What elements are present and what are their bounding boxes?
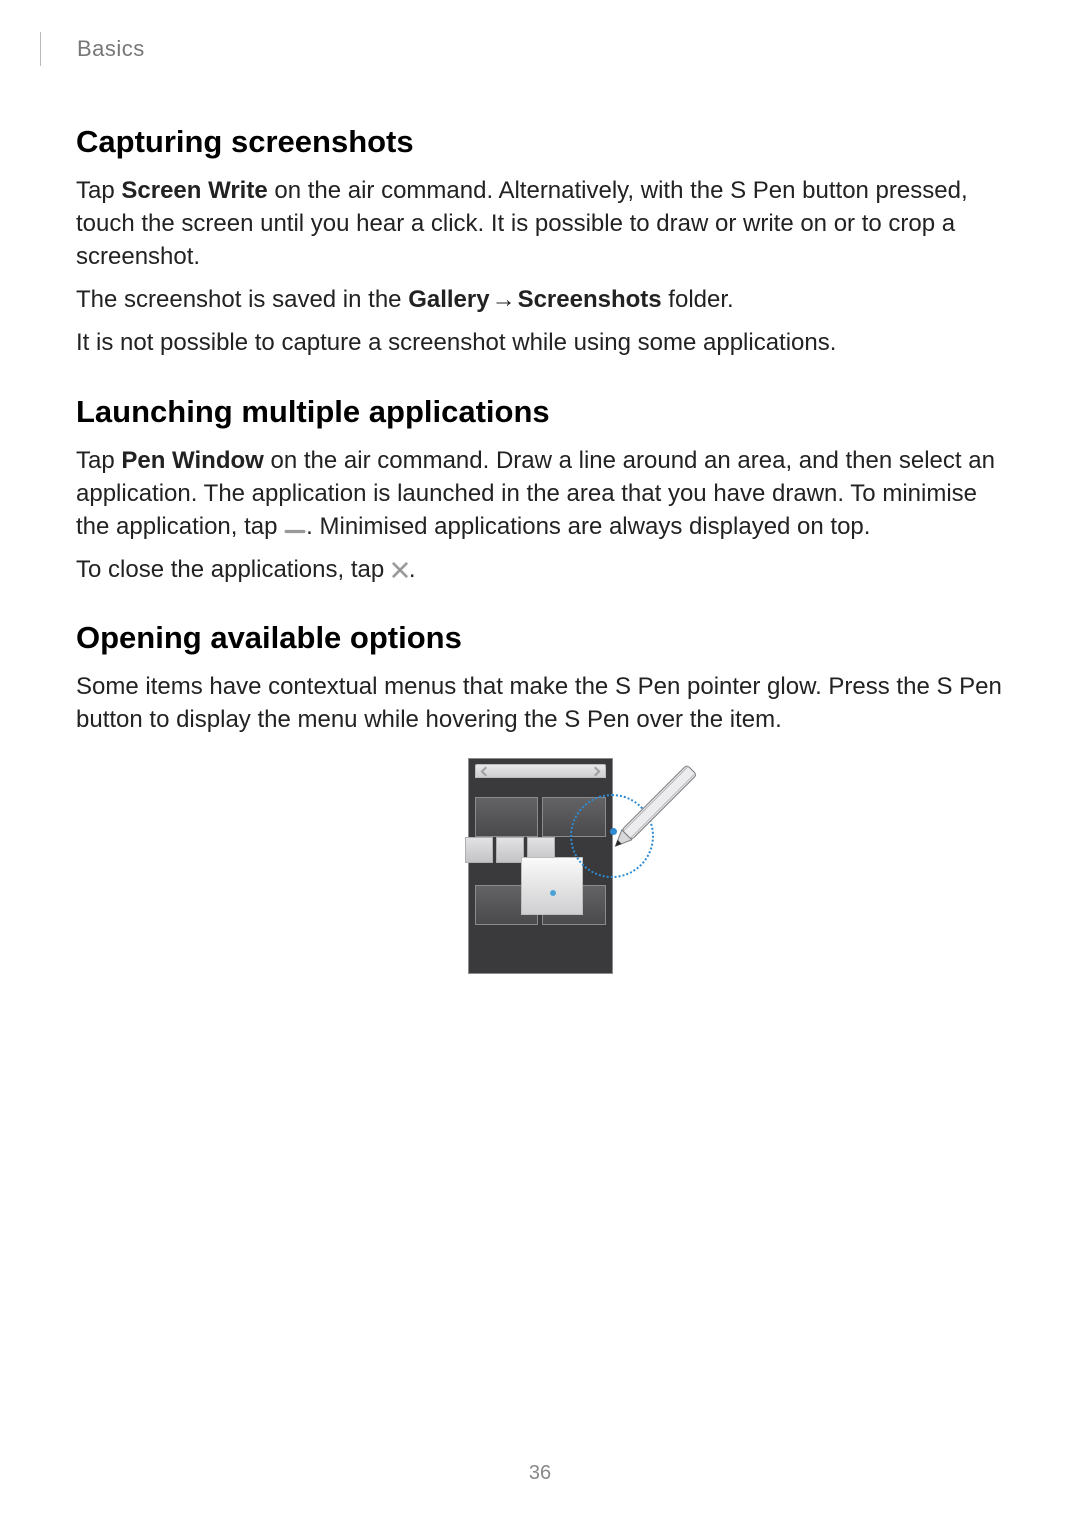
paragraph: To close the applications, tap . bbox=[76, 553, 1004, 586]
tile bbox=[475, 797, 539, 837]
term-screenshots: Screenshots bbox=[518, 286, 662, 313]
term-gallery: Gallery bbox=[408, 286, 489, 313]
paragraph: The screenshot is saved in the Gallery →… bbox=[76, 283, 1004, 316]
heading-launching-multiple-applications: Launching multiple applications bbox=[76, 394, 1004, 430]
close-icon bbox=[391, 561, 409, 579]
tab-bar bbox=[475, 764, 606, 778]
text: To close the applications, tap bbox=[76, 556, 391, 583]
heading-capturing-screenshots: Capturing screenshots bbox=[76, 124, 1004, 160]
tile bbox=[496, 837, 524, 863]
text: . bbox=[409, 556, 416, 583]
page-number: 36 bbox=[0, 1462, 1080, 1485]
paragraph: Tap Screen Write on the air command. Alt… bbox=[76, 174, 1004, 273]
text: Tap bbox=[76, 447, 121, 474]
text: The screenshot is saved in the bbox=[76, 286, 408, 313]
text: folder. bbox=[662, 286, 734, 313]
focused-tile bbox=[521, 857, 583, 915]
tile bbox=[465, 837, 493, 863]
term-pen-window: Pen Window bbox=[121, 447, 263, 474]
heading-opening-available-options: Opening available options bbox=[76, 620, 1004, 656]
paragraph: Tap Pen Window on the air command. Draw … bbox=[76, 444, 1004, 543]
minimise-icon bbox=[284, 515, 306, 537]
text: . Minimised applications are always disp… bbox=[306, 513, 870, 540]
breadcrumb: Basics bbox=[40, 32, 1004, 66]
arrow-icon: → bbox=[490, 283, 518, 316]
hover-ring-icon bbox=[570, 794, 654, 878]
term-screen-write: Screen Write bbox=[121, 177, 267, 204]
paragraph: It is not possible to capture a screensh… bbox=[76, 326, 1004, 359]
paragraph: Some items have contextual menus that ma… bbox=[76, 670, 1004, 736]
s-pen-hover-illustration bbox=[468, 758, 613, 974]
text: Tap bbox=[76, 177, 121, 204]
